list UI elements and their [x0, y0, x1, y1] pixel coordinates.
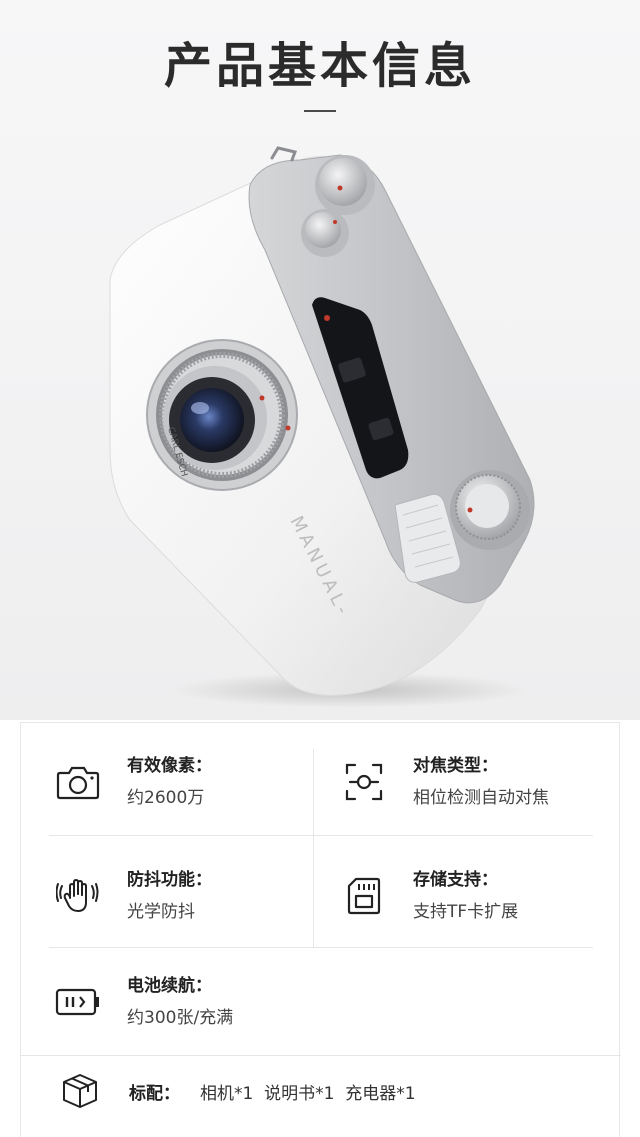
- hand-shake-icon: [55, 873, 101, 919]
- spec-value: 光学防抖: [127, 902, 195, 922]
- row-divider: [49, 835, 593, 836]
- spec-value: 支持TF卡扩展: [413, 902, 519, 922]
- row-divider: [49, 947, 593, 948]
- camera-icon: [55, 759, 101, 805]
- accessories-items: 相机*1 说明书*1 充电器*1: [200, 1083, 416, 1104]
- spec-label: 对焦类型：: [413, 756, 498, 776]
- spec-stabilization: 防抖功能： 光学防抖: [55, 869, 212, 923]
- specs-panel: 有效像素： 约2600万 对焦类型： 相位检测自动对焦 防抖功能： 光学防抖 存…: [20, 722, 621, 1137]
- title-divider: [304, 110, 336, 112]
- spec-label: 电池续航：: [127, 976, 212, 996]
- spec-label: 防抖功能：: [127, 870, 212, 890]
- spec-storage: 存储支持： 支持TF卡扩展: [341, 869, 518, 923]
- spec-label: 存储支持：: [413, 870, 498, 890]
- box-icon: [57, 1071, 103, 1111]
- focus-frame-icon: [341, 759, 387, 805]
- spec-resolution: 有效像素： 约2600万: [55, 755, 212, 809]
- spec-accessories: 标配： 相机*1 说明书*1 充电器*1: [57, 1071, 416, 1111]
- hero-section: 产品基本信息 CARL ESCH MANUAL-: [0, 0, 640, 720]
- lens-glass: [180, 388, 244, 452]
- accessories-label: 标配：: [129, 1083, 180, 1104]
- spec-value: 约300张/充满: [127, 1008, 234, 1028]
- page-title: 产品基本信息: [163, 38, 476, 94]
- spec-value: 相位检测自动对焦: [413, 788, 549, 808]
- row-divider: [21, 1055, 621, 1056]
- spec-value: 约2600万: [127, 788, 205, 808]
- battery-icon: [55, 979, 101, 1025]
- spec-label: 有效像素：: [127, 756, 212, 776]
- spec-battery: 电池续航： 约300张/充满: [55, 975, 233, 1029]
- spec-focus: 对焦类型： 相位检测自动对焦: [341, 755, 549, 809]
- sd-card-icon: [341, 873, 387, 919]
- camera-product-image: CARL ESCH MANUAL-: [109, 146, 535, 708]
- column-divider: [313, 749, 314, 947]
